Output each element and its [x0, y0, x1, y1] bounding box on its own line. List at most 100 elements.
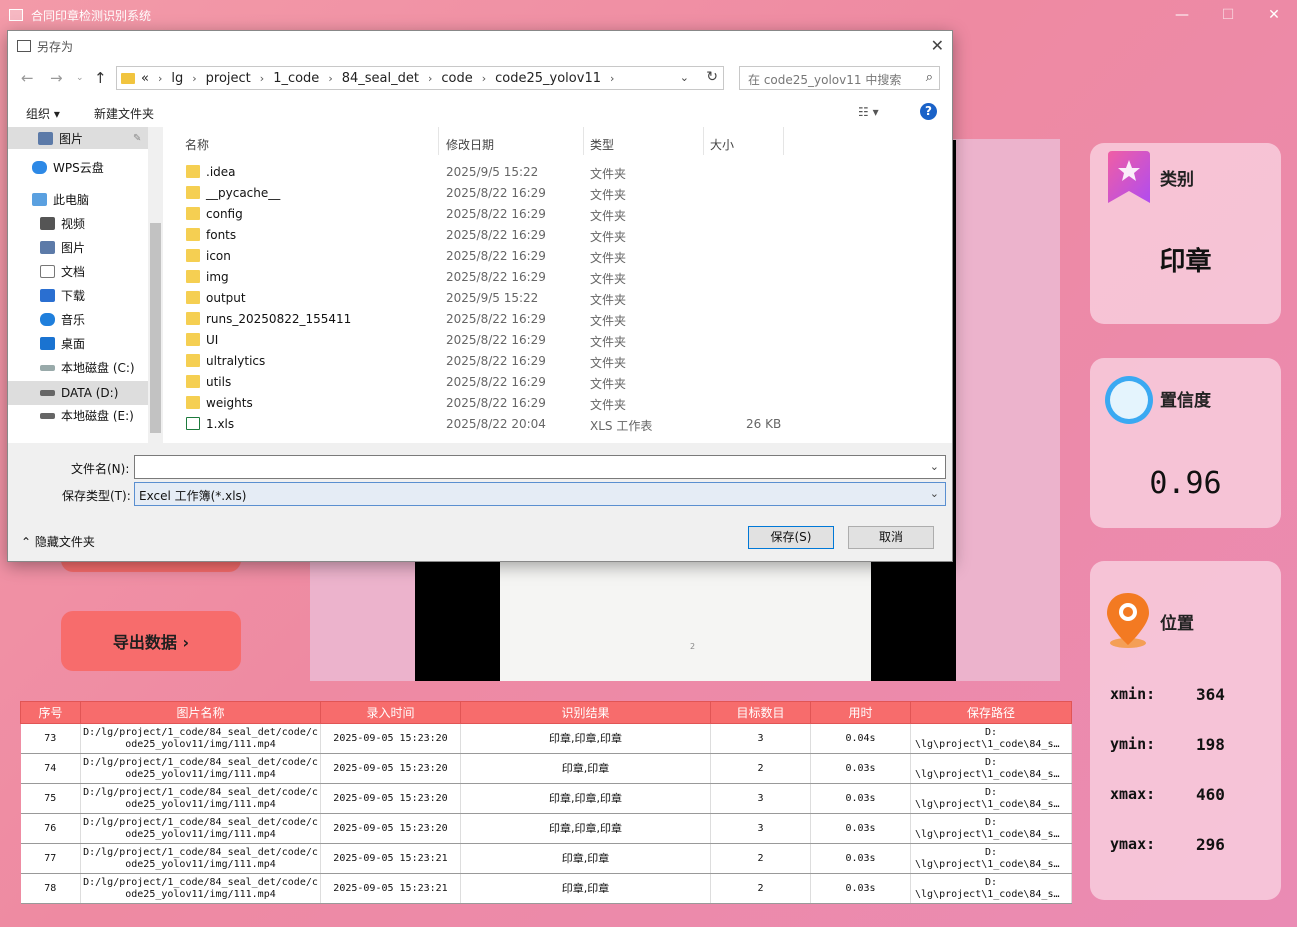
dialog-close-button[interactable]: ✕: [931, 36, 944, 55]
nav-item-drive-d[interactable]: DATA (D:): [8, 381, 148, 405]
folder-search-input[interactable]: 在 code25_yolov11 中搜索 ⌕: [739, 66, 940, 90]
recent-dropdown-icon[interactable]: ⌄: [76, 73, 84, 83]
folder-icon: [186, 291, 200, 304]
filename-input[interactable]: ⌄: [134, 455, 946, 479]
file-row[interactable]: runs_20250822_155411 2025/8/22 16:29 文件夹: [183, 309, 943, 330]
nav-item-documents[interactable]: 文档: [40, 263, 85, 280]
table-row[interactable]: 78 D:/lg/project/1_code/84_seal_det/code…: [20, 873, 1072, 904]
col-count[interactable]: 目标数目: [710, 701, 811, 724]
help-icon[interactable]: ?: [920, 103, 937, 120]
cell-time: 2025-09-05 15:23:21: [320, 843, 461, 874]
cancel-button[interactable]: 取消: [848, 526, 934, 549]
folder-icon: [186, 396, 200, 409]
file-row[interactable]: weights 2025/8/22 16:29 文件夹: [183, 393, 943, 414]
new-folder-button[interactable]: 新建文件夹: [94, 105, 154, 122]
table-row[interactable]: 74 D:/lg/project/1_code/84_seal_det/code…: [20, 753, 1072, 784]
file-row[interactable]: config 2025/8/22 16:29 文件夹: [183, 204, 943, 225]
up-arrow-icon[interactable]: ↑: [94, 69, 107, 87]
cell-name: D:/lg/project/1_code/84_seal_det/code/co…: [80, 723, 321, 754]
nav-scrollbar[interactable]: [148, 127, 163, 443]
filename-label: 文件名(N):: [71, 462, 130, 476]
file-row[interactable]: .idea 2025/9/5 15:22 文件夹: [183, 162, 943, 183]
cell-duration: 0.03s: [810, 843, 911, 874]
save-button[interactable]: 保存(S): [748, 526, 834, 549]
close-button[interactable]: ✕: [1251, 0, 1297, 30]
ymin-value: 198: [1196, 735, 1225, 754]
cell-count: 3: [710, 783, 811, 814]
file-row[interactable]: UI 2025/8/22 16:29 文件夹: [183, 330, 943, 351]
file-row[interactable]: icon 2025/8/22 16:29 文件夹: [183, 246, 943, 267]
col-duration[interactable]: 用时: [810, 701, 911, 724]
filetype-select[interactable]: Excel 工作簿(*.xls) ⌄: [134, 482, 946, 506]
view-options-icon[interactable]: ☷ ▾: [858, 105, 879, 119]
chevron-down-icon[interactable]: ⌄: [930, 460, 939, 473]
maximize-button[interactable]: ☐: [1205, 0, 1251, 30]
nav-item-drive-e[interactable]: 本地磁盘 (E:): [40, 407, 134, 424]
column-size[interactable]: 大小: [704, 127, 784, 155]
nav-item-desktop[interactable]: 桌面: [40, 335, 85, 352]
nav-item-drive-c[interactable]: 本地磁盘 (C:): [40, 359, 135, 376]
cell-result: 印章,印章,印章: [460, 723, 711, 754]
cell-count: 2: [710, 753, 811, 784]
cell-duration: 0.03s: [810, 753, 911, 784]
cell-count: 3: [710, 723, 811, 754]
file-row[interactable]: output 2025/9/5 15:22 文件夹: [183, 288, 943, 309]
spreadsheet-icon: [186, 417, 200, 430]
address-bar[interactable]: «› lg › project › 1_code › 84_seal_det › cod…: [116, 66, 724, 90]
column-type[interactable]: 类型: [584, 127, 704, 155]
nav-item-downloads[interactable]: 下载: [40, 287, 85, 304]
address-dropdown-icon[interactable]: ⌄: [680, 71, 689, 84]
minimize-button[interactable]: —: [1159, 0, 1205, 30]
cell-path-rest: \lg\project\1_code\84_s…: [915, 738, 1060, 750]
file-row[interactable]: __pycache__ 2025/8/22 16:29 文件夹: [183, 183, 943, 204]
organize-menu[interactable]: 组织 ▾: [26, 105, 60, 122]
folder-icon: [121, 72, 135, 84]
breadcrumb-1-code[interactable]: 1_code: [273, 71, 319, 86]
cell-name: D:/lg/project/1_code/84_seal_det/code/co…: [80, 753, 321, 784]
hide-folders-toggle[interactable]: ⌃ 隐藏文件夹: [21, 533, 95, 550]
col-result[interactable]: 识别结果: [460, 701, 711, 724]
file-row[interactable]: fonts 2025/8/22 16:29 文件夹: [183, 225, 943, 246]
breadcrumb-overflow[interactable]: «: [141, 71, 149, 86]
cell-path-drive: D:: [984, 816, 998, 828]
col-name[interactable]: 图片名称: [80, 701, 321, 724]
file-row[interactable]: ultralytics 2025/8/22 16:29 文件夹: [183, 351, 943, 372]
col-time[interactable]: 录入时间: [320, 701, 461, 724]
back-arrow-icon[interactable]: ←: [21, 69, 34, 87]
chevron-down-icon[interactable]: ⌄: [930, 487, 939, 500]
export-data-button[interactable]: 导出数据 ›: [61, 611, 241, 671]
breadcrumb-code[interactable]: code: [441, 71, 472, 86]
file-row[interactable]: 1.xls 2025/8/22 20:04 XLS 工作表 26 KB: [183, 414, 943, 435]
cell-id: 78: [20, 873, 81, 904]
nav-item-videos[interactable]: 视频: [40, 215, 85, 232]
nav-item-wps-cloud[interactable]: WPS云盘: [32, 159, 104, 176]
refresh-icon[interactable]: ↻: [706, 69, 718, 85]
file-row[interactable]: img 2025/8/22 16:29 文件夹: [183, 267, 943, 288]
breadcrumb-project[interactable]: project: [206, 71, 251, 86]
col-id[interactable]: 序号: [20, 701, 81, 724]
drive-icon: [40, 364, 55, 371]
search-icon: ⌕: [925, 70, 933, 85]
cell-path-drive: D:: [984, 786, 998, 798]
download-icon: [40, 289, 55, 302]
table-row[interactable]: 76 D:/lg/project/1_code/84_seal_det/code…: [20, 813, 1072, 844]
cell-path: D: \lg\project\1_code\84_s…: [910, 783, 1072, 814]
nav-item-music[interactable]: 音乐: [40, 311, 85, 328]
column-name[interactable]: 名称: [179, 127, 439, 155]
col-path[interactable]: 保存路径: [910, 701, 1072, 724]
breadcrumb-84-seal-det[interactable]: 84_seal_det: [342, 71, 419, 86]
forward-arrow-icon[interactable]: →: [50, 69, 63, 87]
pin-icon[interactable]: ✎: [133, 133, 141, 144]
table-row[interactable]: 73 D:/lg/project/1_code/84_seal_det/code…: [20, 723, 1072, 754]
breadcrumb-lg[interactable]: lg: [171, 71, 183, 86]
nav-item-pictures-pinned[interactable]: 图片 ✎: [8, 127, 148, 149]
breadcrumb-code25-yolov11[interactable]: code25_yolov11: [495, 71, 601, 86]
table-row[interactable]: 75 D:/lg/project/1_code/84_seal_det/code…: [20, 783, 1072, 814]
cell-name: D:/lg/project/1_code/84_seal_det/code/co…: [80, 843, 321, 874]
file-row[interactable]: utils 2025/8/22 16:29 文件夹: [183, 372, 943, 393]
column-date[interactable]: 修改日期: [440, 127, 584, 155]
nav-scroll-thumb[interactable]: [150, 223, 161, 433]
nav-item-this-pc[interactable]: 此电脑: [32, 191, 89, 208]
nav-item-pictures[interactable]: 图片: [40, 239, 85, 256]
table-row[interactable]: 77 D:/lg/project/1_code/84_seal_det/code…: [20, 843, 1072, 874]
